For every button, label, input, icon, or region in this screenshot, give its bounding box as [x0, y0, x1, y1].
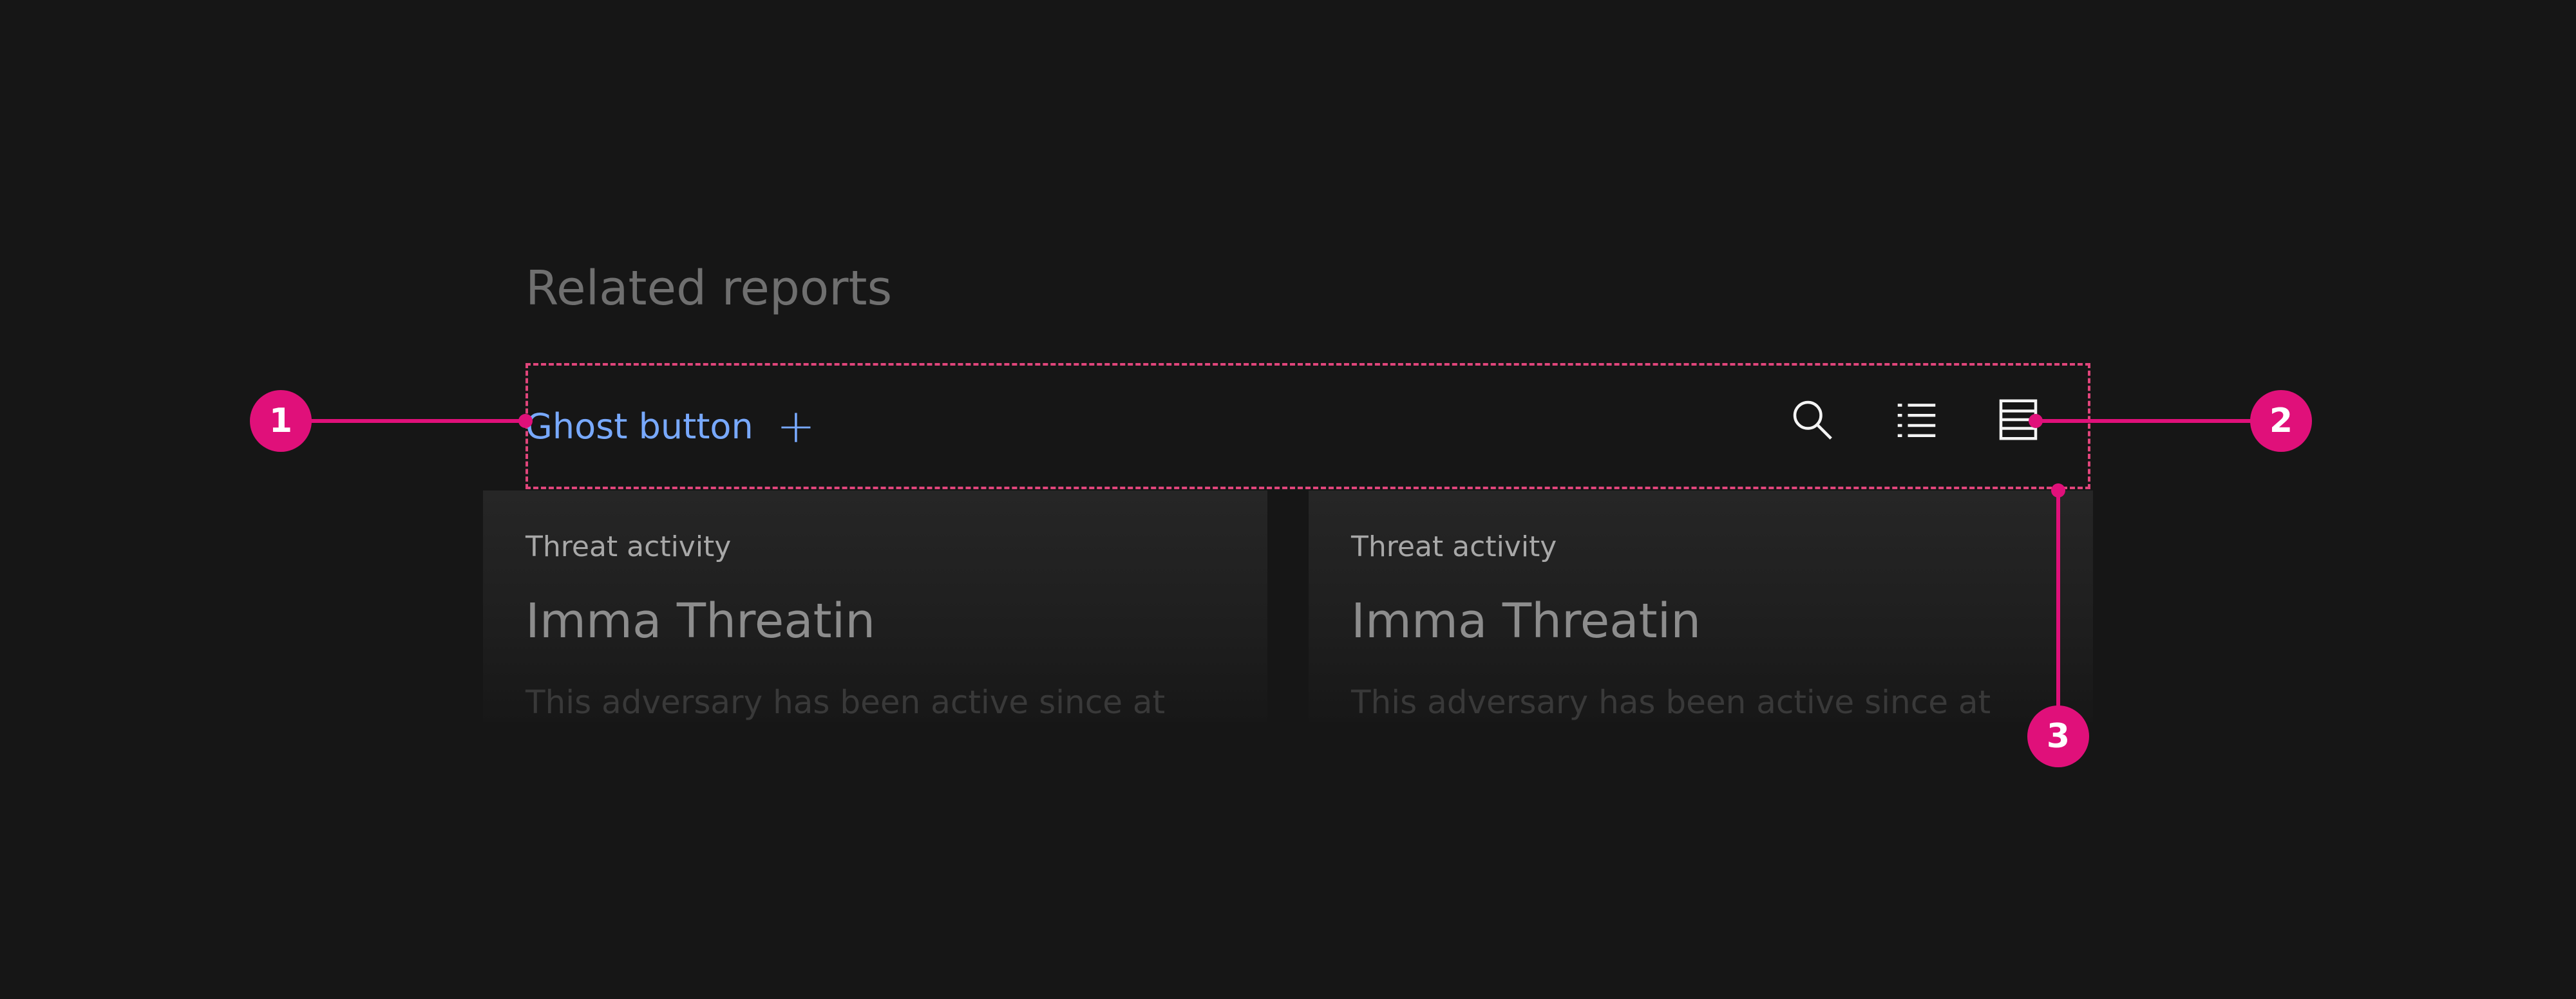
search-icon[interactable] [1789, 397, 1835, 443]
plus-icon: + [776, 399, 816, 453]
report-card[interactable]: Threat activity Imma Threatin This adver… [483, 490, 1267, 722]
card-eyebrow: Threat activity [526, 530, 732, 563]
ghost-button[interactable]: Ghost button + [526, 394, 815, 458]
card-eyebrow: Threat activity [1351, 530, 1557, 563]
card-description: This adversary has been active since at [1351, 684, 1991, 721]
list-icon[interactable] [1893, 397, 1940, 443]
callout-3-anchor-dot [2051, 483, 2065, 498]
callout-2-leader-line [2035, 419, 2281, 423]
card-title: Imma Threatin [1351, 593, 1701, 649]
section-title: Related reports [526, 261, 893, 316]
callout-2-anchor-dot [2029, 414, 2043, 428]
annotated-ui-canvas: Related reports Ghost button + Threat ac… [0, 0, 2576, 999]
ghost-button-label: Ghost button [526, 406, 753, 447]
callout-1-leader-line [281, 419, 526, 423]
callout-1-anchor-dot [518, 414, 533, 428]
callout-2-badge: 2 [2250, 390, 2312, 452]
card-title: Imma Threatin [526, 593, 876, 649]
callout-3-leader-line [2056, 490, 2060, 736]
report-card[interactable]: Threat activity Imma Threatin This adver… [1309, 490, 2093, 722]
callout-3-badge: 3 [2027, 705, 2089, 767]
callout-1-badge: 1 [250, 390, 312, 452]
card-description: This adversary has been active since at [526, 684, 1166, 721]
